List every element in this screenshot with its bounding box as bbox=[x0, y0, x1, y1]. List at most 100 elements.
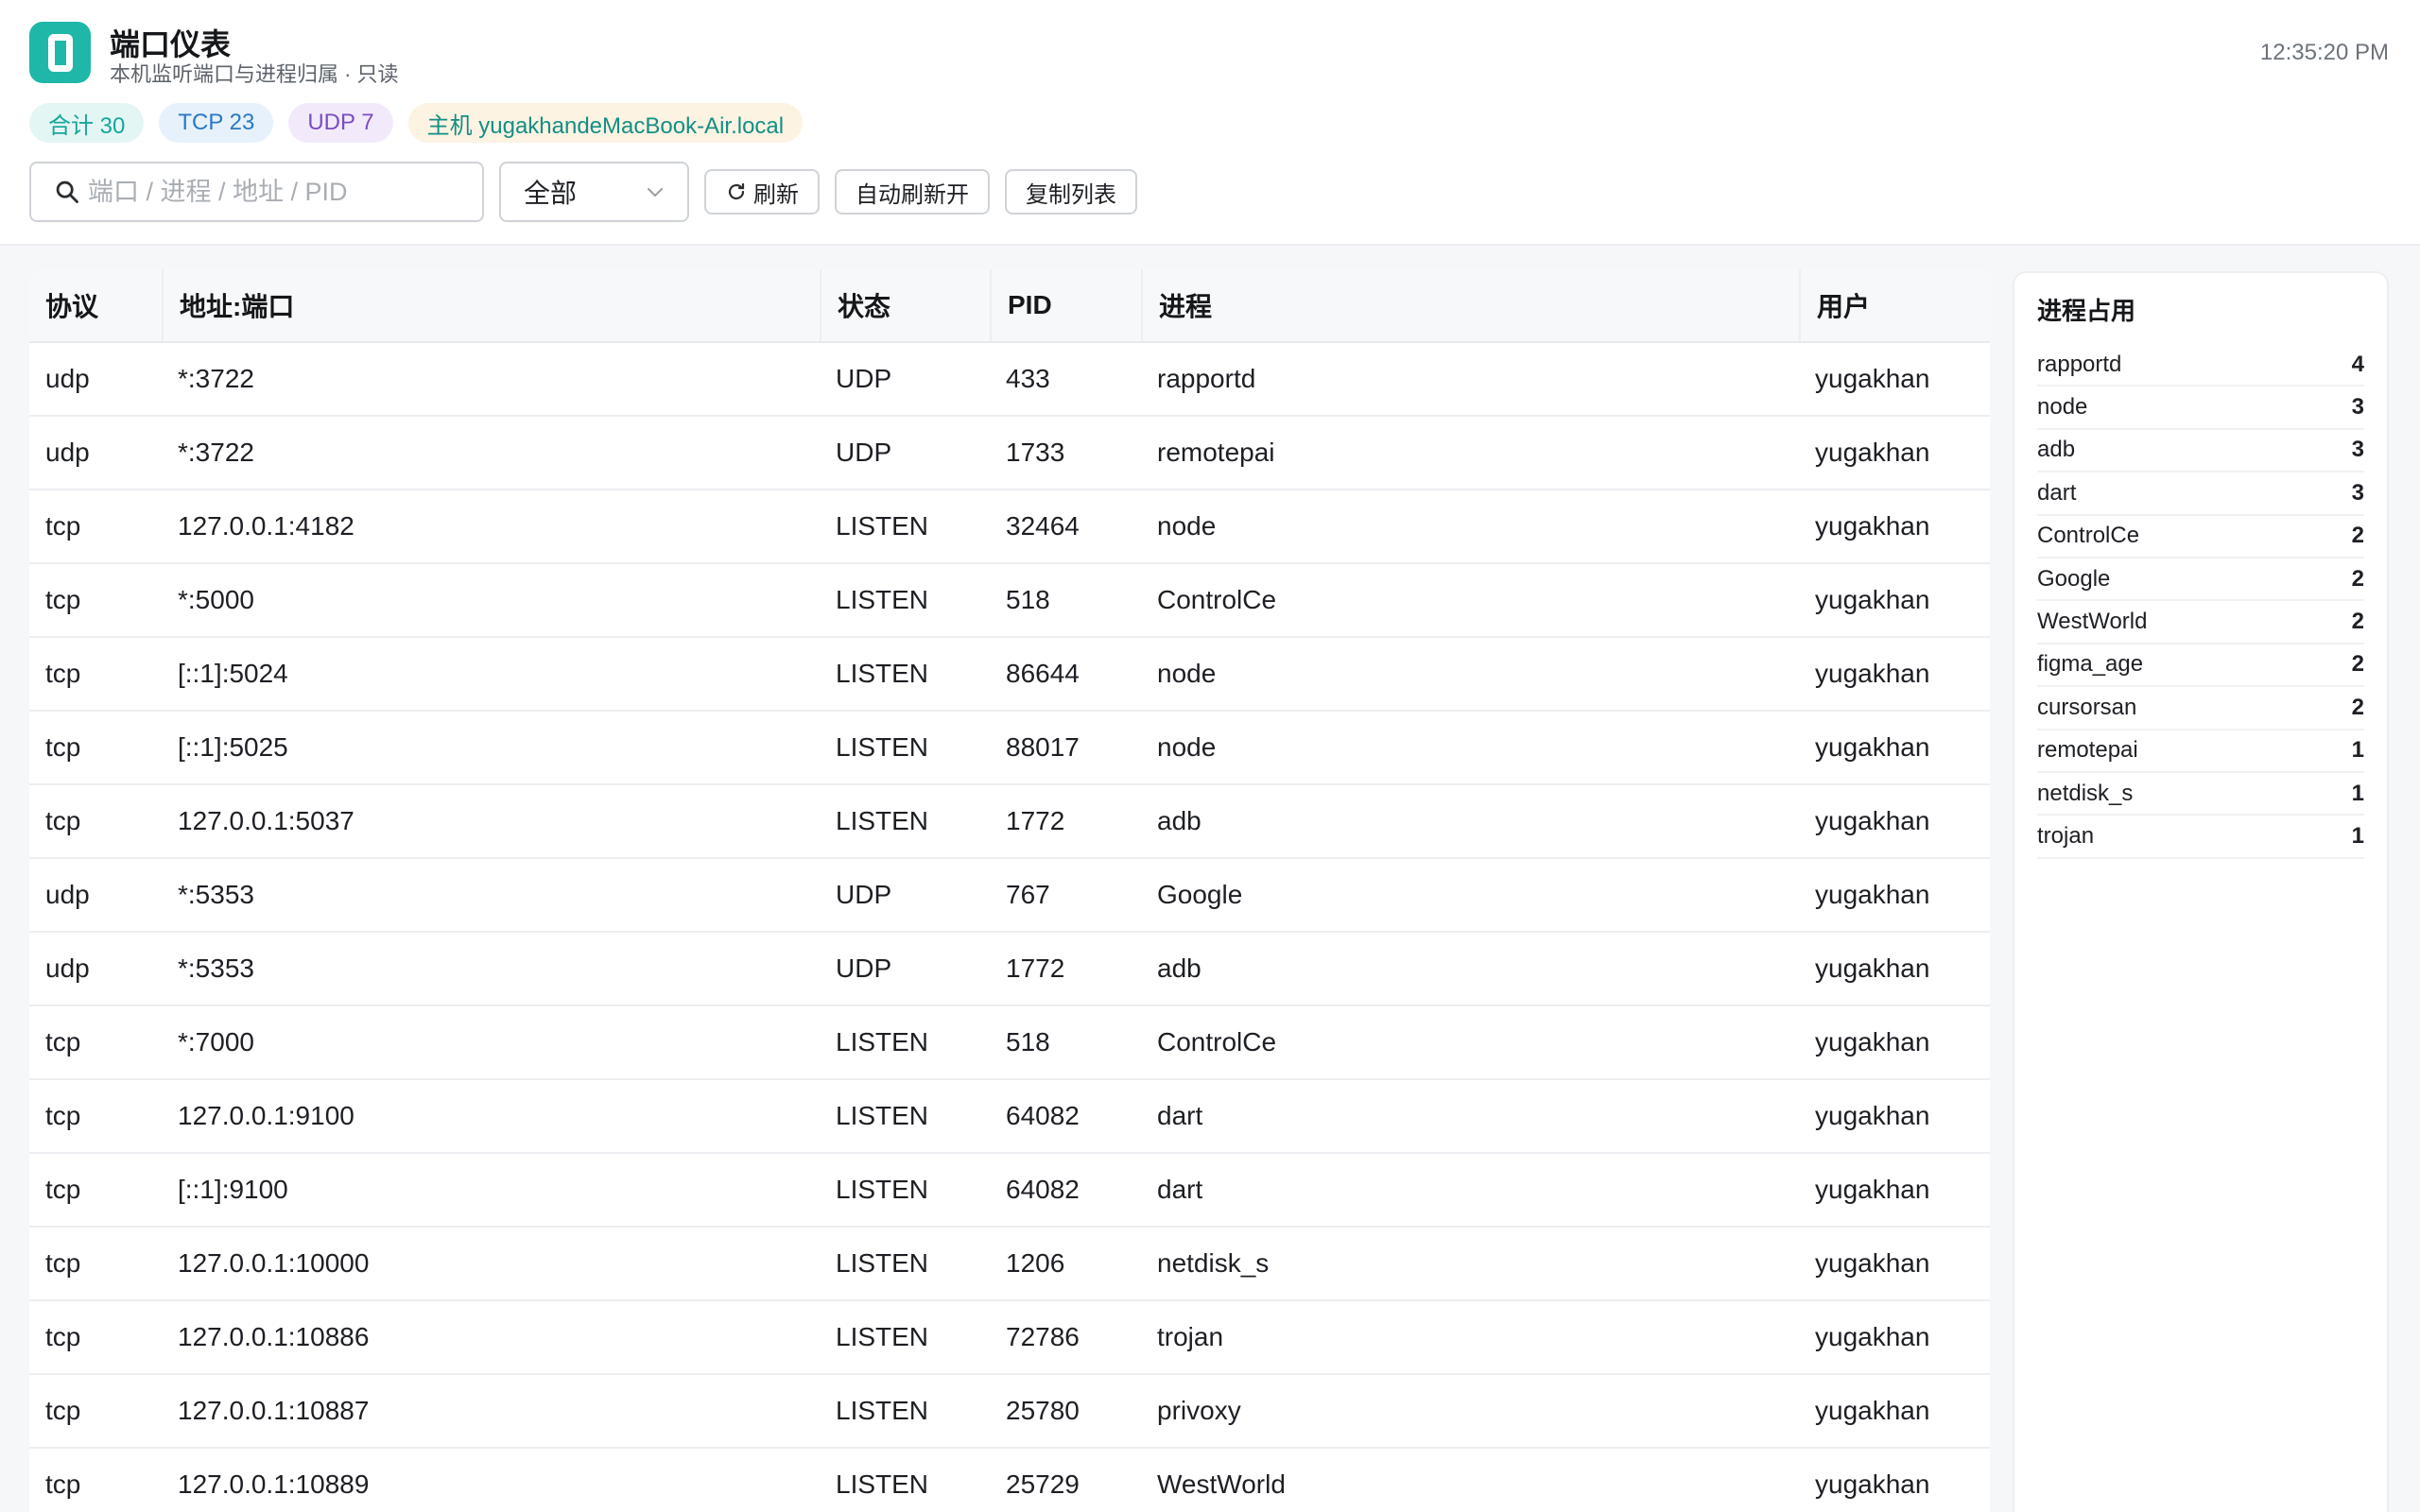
cell-address: 127.0.0.1:10000 bbox=[178, 1248, 370, 1278]
cell-process: node bbox=[1157, 732, 1217, 762]
cell-pid: 518 bbox=[1006, 585, 1050, 614]
cell-process: ControlCe bbox=[1157, 585, 1277, 614]
cell-pid: 25780 bbox=[1006, 1396, 1080, 1425]
cell-process: privoxy bbox=[1157, 1396, 1241, 1425]
cell-process: trojan bbox=[1157, 1322, 1224, 1351]
cell-proto: udp bbox=[45, 954, 90, 983]
cell-state: LISTEN bbox=[836, 1396, 929, 1425]
process-usage-item: WestWorld 2 bbox=[2037, 601, 2364, 644]
cell-proto: tcp bbox=[45, 1248, 81, 1278]
cell-state: LISTEN bbox=[836, 511, 929, 541]
cell-pid: 72786 bbox=[1006, 1322, 1080, 1351]
app-subtitle: 本机监听端口与进程归属 · 只读 bbox=[110, 62, 399, 86]
table-row[interactable]: tcp 127.0.0.1:10886 LISTEN 72786 trojan yugak… bbox=[29, 1301, 1990, 1375]
toolbar: 全部 刷新 自动刷新开 复制列表 bbox=[29, 162, 1137, 222]
cell-address: *:5353 bbox=[178, 954, 254, 983]
cell-user: yugakhan bbox=[1815, 1175, 1930, 1204]
column-header-user[interactable]: 用户 bbox=[1799, 269, 1990, 341]
column-header-process[interactable]: 进程 bbox=[1141, 269, 1799, 341]
cell-user: yugakhan bbox=[1815, 1396, 1930, 1425]
refresh-button[interactable]: 刷新 bbox=[704, 169, 820, 215]
filter-selected-value: 全部 bbox=[524, 179, 578, 208]
process-name: trojan bbox=[2037, 822, 2095, 849]
cell-proto: udp bbox=[45, 880, 90, 909]
process-count: 3 bbox=[2351, 479, 2364, 506]
cell-user: yugakhan bbox=[1815, 1027, 1930, 1057]
process-name: rapportd bbox=[2037, 351, 2122, 377]
column-header-state[interactable]: 状态 bbox=[820, 269, 990, 341]
protocol-filter-select[interactable]: 全部 bbox=[499, 162, 689, 222]
table-row[interactable]: tcp 127.0.0.1:10887 LISTEN 25780 privoxy yuga… bbox=[29, 1375, 1990, 1449]
table-row[interactable]: tcp 127.0.0.1:4182 LISTEN 32464 node yugakhan bbox=[29, 490, 1990, 564]
table-row[interactable]: udp *:5353 UDP 1772 adb yugakhan bbox=[29, 933, 1990, 1006]
cell-pid: 433 bbox=[1006, 364, 1050, 393]
copy-list-button[interactable]: 复制列表 bbox=[1005, 169, 1137, 215]
cell-process: Google bbox=[1157, 880, 1243, 909]
cell-user: yugakhan bbox=[1815, 511, 1930, 541]
cell-pid: 767 bbox=[1006, 880, 1050, 909]
cell-address: 127.0.0.1:5037 bbox=[178, 806, 354, 835]
cell-pid: 1206 bbox=[1006, 1248, 1065, 1278]
cell-state: LISTEN bbox=[836, 1248, 929, 1278]
cell-proto: tcp bbox=[45, 1322, 81, 1351]
cell-state: LISTEN bbox=[836, 1175, 929, 1204]
table-row[interactable]: tcp 127.0.0.1:9100 LISTEN 64082 dart yugakhan bbox=[29, 1080, 1990, 1154]
table-row[interactable]: tcp 127.0.0.1:5037 LISTEN 1772 adb yugakhan bbox=[29, 785, 1990, 859]
search-input[interactable] bbox=[88, 177, 466, 207]
cell-address: 127.0.0.1:10889 bbox=[178, 1469, 370, 1499]
cell-process: adb bbox=[1157, 954, 1201, 983]
process-count: 3 bbox=[2351, 394, 2364, 421]
cell-address: *:3722 bbox=[178, 438, 254, 467]
cell-proto: tcp bbox=[45, 585, 81, 614]
column-header-proto[interactable]: 协议 bbox=[29, 269, 162, 341]
table-row[interactable]: tcp [::1]:5025 LISTEN 88017 node yugakhan bbox=[29, 712, 1990, 785]
column-header-address[interactable]: 地址:端口 bbox=[162, 269, 820, 341]
table-row[interactable]: tcp 127.0.0.1:10889 LISTEN 25729 WestWorld yu… bbox=[29, 1449, 1990, 1512]
cell-process: remotepai bbox=[1157, 438, 1275, 467]
process-usage-item: adb 3 bbox=[2037, 430, 2364, 473]
cell-address: 127.0.0.1:9100 bbox=[178, 1101, 354, 1130]
process-count: 2 bbox=[2351, 609, 2364, 635]
cell-user: yugakhan bbox=[1815, 806, 1930, 835]
cell-proto: tcp bbox=[45, 1396, 81, 1425]
table-row[interactable]: tcp *:5000 LISTEN 518 ControlCe yugakhan bbox=[29, 564, 1990, 638]
cell-proto: tcp bbox=[45, 1027, 81, 1057]
cell-proto: tcp bbox=[45, 1101, 81, 1130]
process-name: ControlCe bbox=[2037, 523, 2140, 549]
cell-proto: udp bbox=[45, 364, 90, 393]
cell-state: LISTEN bbox=[836, 585, 929, 614]
auto-refresh-toggle[interactable]: 自动刷新开 bbox=[835, 169, 990, 215]
table-row[interactable]: udp *:3722 UDP 433 rapportd yugakhan bbox=[29, 343, 1990, 417]
cell-address: *:5353 bbox=[178, 880, 254, 909]
cell-state: LISTEN bbox=[836, 1469, 929, 1499]
table-row[interactable]: tcp [::1]:9100 LISTEN 64082 dart yugakhan bbox=[29, 1154, 1990, 1228]
table-row[interactable]: tcp 127.0.0.1:10000 LISTEN 1206 netdisk_s yug… bbox=[29, 1228, 1990, 1301]
table-row[interactable]: tcp [::1]:5024 LISTEN 86644 node yugakhan bbox=[29, 638, 1990, 712]
cell-pid: 64082 bbox=[1006, 1175, 1080, 1204]
cell-state: LISTEN bbox=[836, 1322, 929, 1351]
search-box[interactable] bbox=[29, 162, 484, 222]
cell-user: yugakhan bbox=[1815, 1248, 1930, 1278]
table-row[interactable]: udp *:5353 UDP 767 Google yugakhan bbox=[29, 859, 1990, 933]
cell-proto: tcp bbox=[45, 659, 81, 688]
cell-pid: 32464 bbox=[1006, 511, 1080, 541]
process-count: 2 bbox=[2351, 565, 2364, 592]
cell-state: UDP bbox=[836, 438, 892, 467]
cell-proto: tcp bbox=[45, 806, 81, 835]
table-row[interactable]: udp *:3722 UDP 1733 remotepai yugakhan bbox=[29, 417, 1990, 490]
cell-proto: tcp bbox=[45, 732, 81, 762]
cell-address: [::1]:9100 bbox=[178, 1175, 288, 1204]
table-row[interactable]: tcp *:7000 LISTEN 518 ControlCe yugakhan bbox=[29, 1006, 1990, 1080]
total-badge: 合计 30 bbox=[29, 103, 145, 143]
cell-process: adb bbox=[1157, 806, 1201, 835]
column-header-pid[interactable]: PID bbox=[990, 269, 1141, 341]
cell-state: LISTEN bbox=[836, 659, 929, 688]
clock: 12:35:20 PM bbox=[2259, 40, 2389, 65]
cell-pid: 25729 bbox=[1006, 1469, 1080, 1499]
cell-address: 127.0.0.1:10886 bbox=[178, 1322, 370, 1351]
cell-state: LISTEN bbox=[836, 806, 929, 835]
process-usage-item: node 3 bbox=[2037, 387, 2364, 430]
host-badge: 主机 yugakhandeMacBook-Air.local bbox=[407, 103, 804, 143]
cell-user: yugakhan bbox=[1815, 954, 1930, 983]
app-logo-icon bbox=[29, 22, 91, 83]
